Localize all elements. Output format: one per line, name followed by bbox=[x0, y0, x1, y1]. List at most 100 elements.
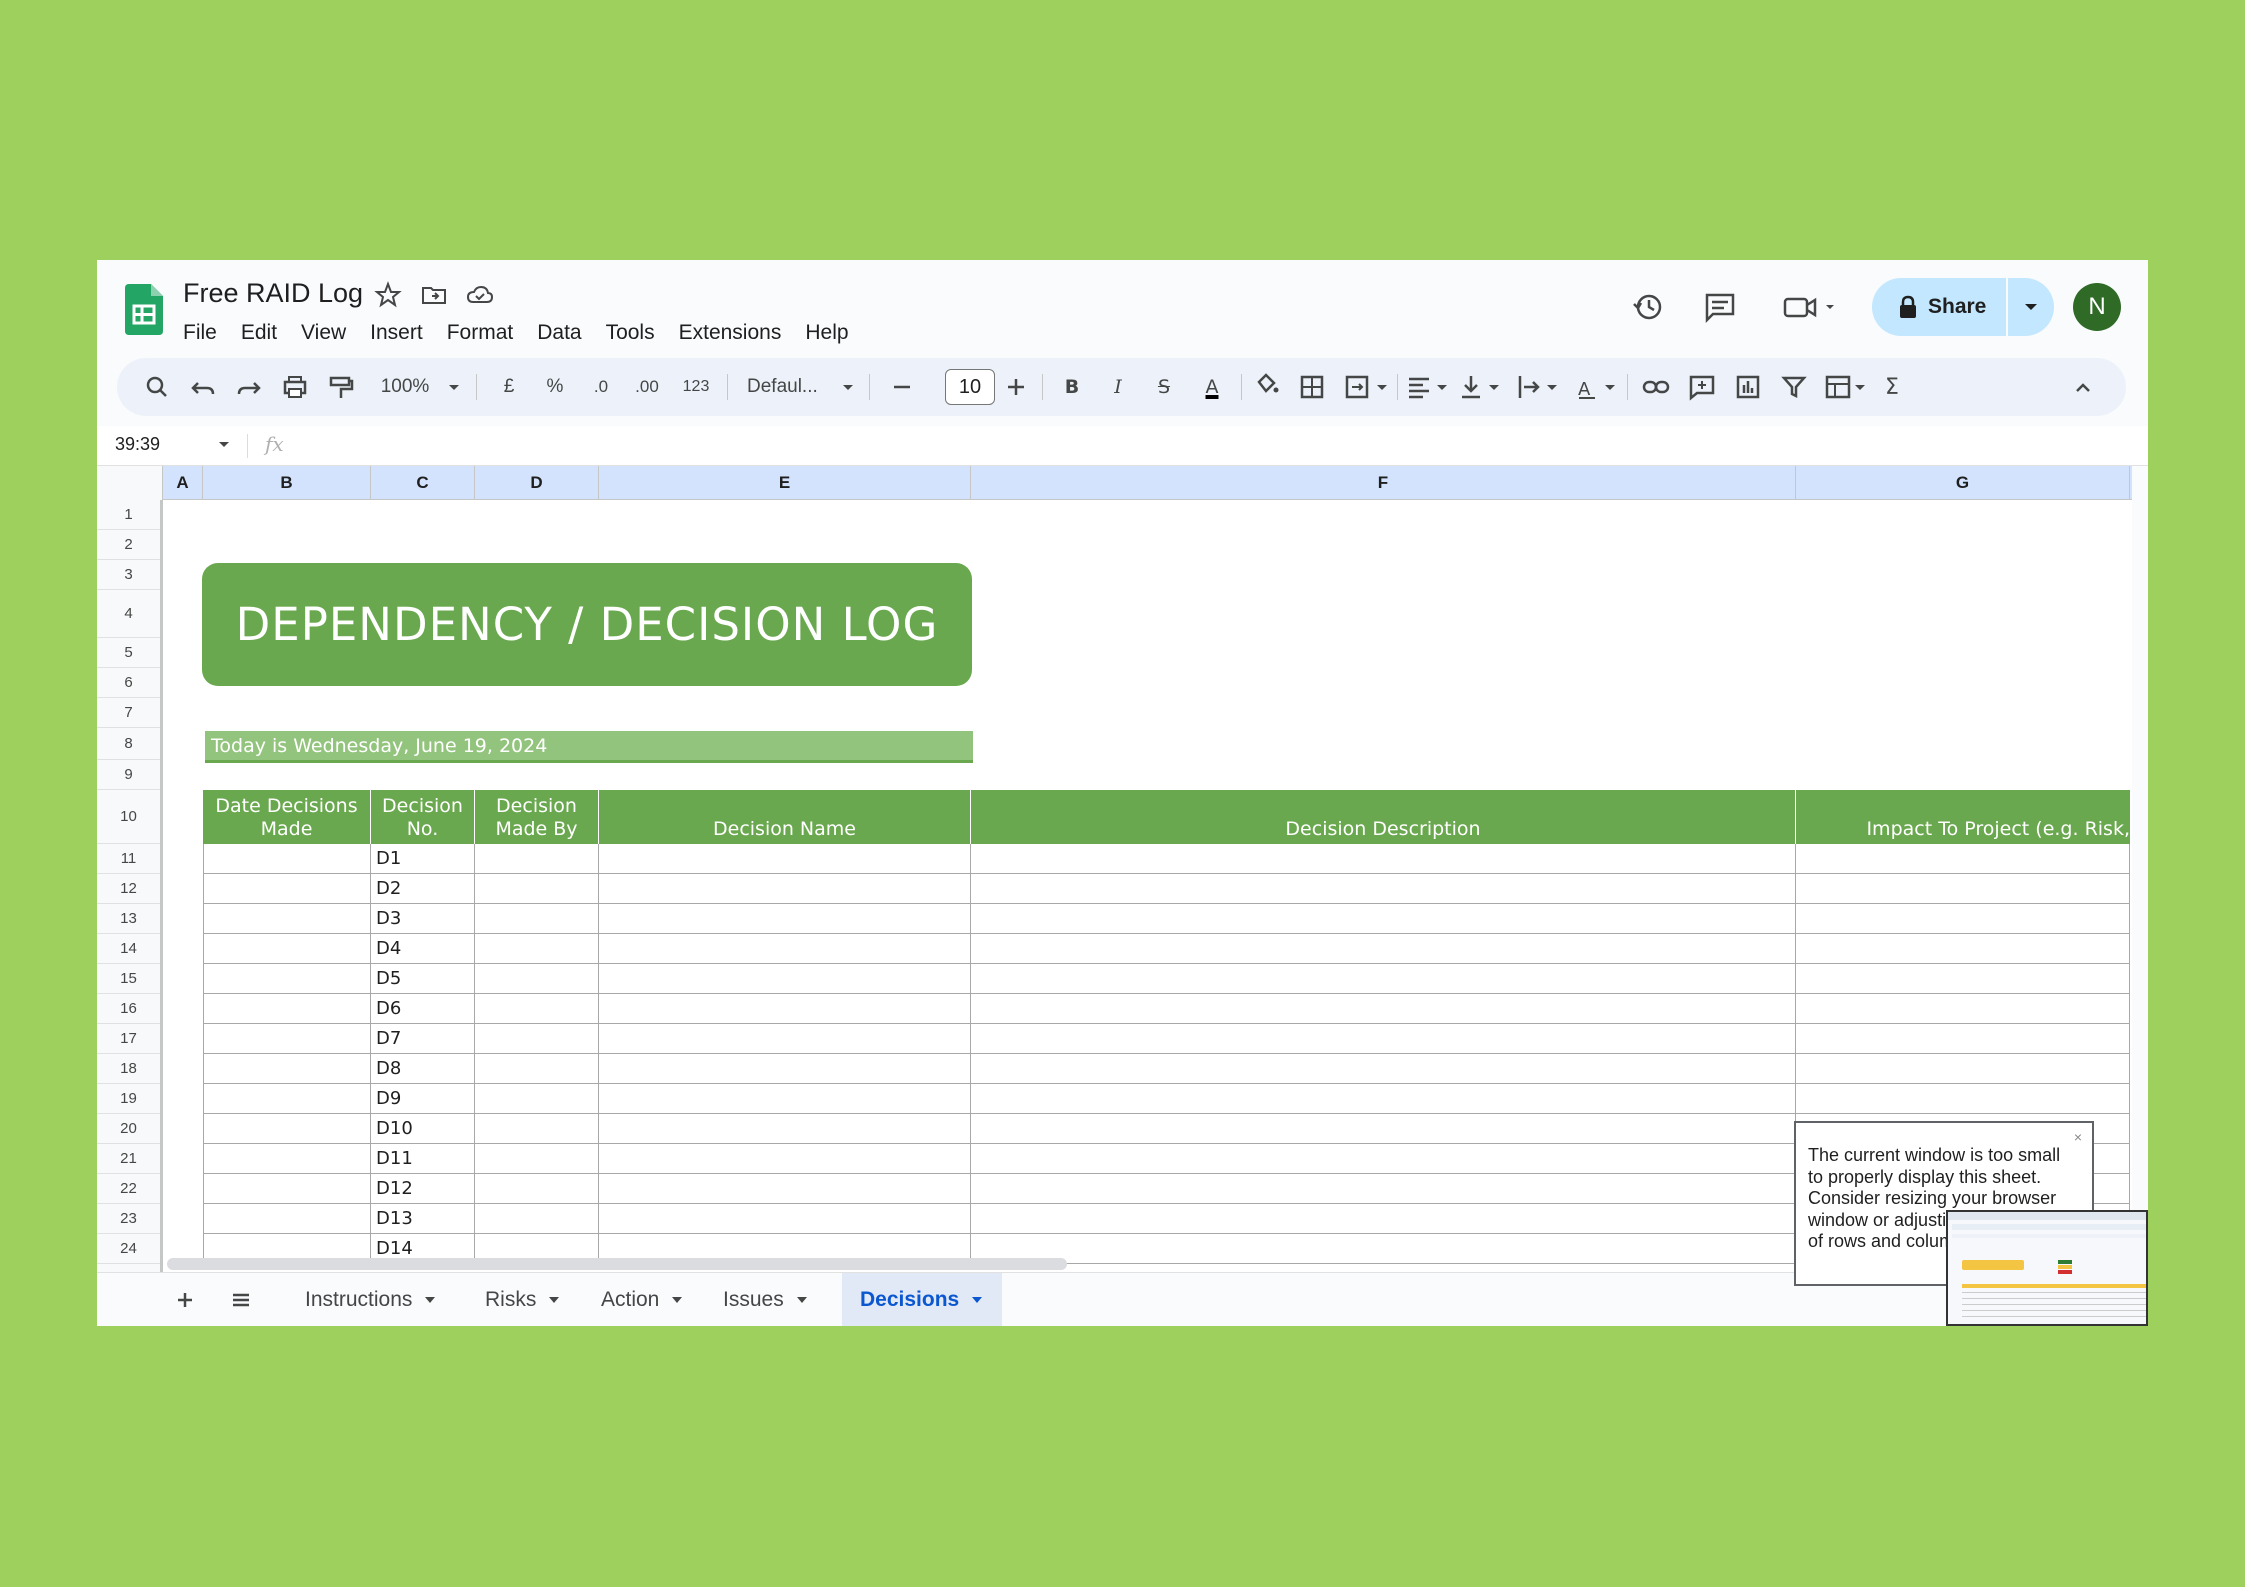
table-cell[interactable] bbox=[475, 1024, 599, 1054]
decision-no-cell[interactable]: D1 bbox=[371, 844, 475, 874]
table-cell[interactable] bbox=[475, 1174, 599, 1204]
table-cell[interactable] bbox=[971, 1174, 1796, 1204]
document-title[interactable]: Free RAID Log bbox=[183, 278, 363, 309]
row-header-15[interactable]: 15 bbox=[97, 964, 160, 994]
table-cell[interactable] bbox=[203, 874, 371, 904]
column-header-a[interactable]: A bbox=[163, 466, 203, 500]
table-cell[interactable] bbox=[475, 1054, 599, 1084]
table-cell[interactable] bbox=[475, 874, 599, 904]
table-cell[interactable] bbox=[971, 1084, 1796, 1114]
zoom-select[interactable]: 100% bbox=[375, 358, 435, 416]
fill-color-icon[interactable] bbox=[1251, 358, 1281, 416]
menu-data[interactable]: Data bbox=[537, 315, 593, 351]
row-header-9[interactable]: 9 bbox=[97, 760, 160, 790]
comments-icon[interactable] bbox=[1701, 288, 1739, 326]
table-cell[interactable] bbox=[203, 1084, 371, 1114]
horizontal-scrollbar[interactable] bbox=[167, 1258, 1067, 1270]
meet-camera-icon[interactable] bbox=[1780, 288, 1840, 326]
column-header-c[interactable]: C bbox=[371, 466, 475, 500]
decrease-decimal-button[interactable]: .0 bbox=[587, 358, 615, 416]
decrease-font-size-icon[interactable] bbox=[889, 358, 915, 416]
table-cell[interactable] bbox=[599, 844, 971, 874]
row-header-4[interactable]: 4 bbox=[97, 590, 160, 638]
sheet-tab-risks[interactable]: Risks bbox=[467, 1273, 578, 1326]
sheet-title-banner[interactable]: DEPENDENCY / DECISION LOG bbox=[202, 563, 972, 686]
percent-format-button[interactable]: % bbox=[541, 358, 569, 416]
print-icon[interactable] bbox=[281, 358, 309, 416]
row-header-20[interactable]: 20 bbox=[97, 1114, 160, 1144]
merge-cells-icon[interactable] bbox=[1343, 358, 1391, 416]
italic-button[interactable]: I bbox=[1103, 358, 1133, 416]
table-cell[interactable] bbox=[599, 874, 971, 904]
row-header-3[interactable]: 3 bbox=[97, 560, 160, 590]
redo-icon[interactable] bbox=[235, 358, 263, 416]
row-header-21[interactable]: 21 bbox=[97, 1144, 160, 1174]
table-cell[interactable] bbox=[475, 934, 599, 964]
table-cell[interactable] bbox=[1796, 844, 2130, 874]
table-cell[interactable] bbox=[971, 844, 1796, 874]
table-cell[interactable] bbox=[971, 1204, 1796, 1234]
cloud-saved-icon[interactable] bbox=[465, 280, 495, 310]
table-cell[interactable] bbox=[971, 1234, 1796, 1264]
all-sheets-menu-icon[interactable] bbox=[229, 1288, 253, 1312]
table-cell[interactable] bbox=[599, 1174, 971, 1204]
menu-tools[interactable]: Tools bbox=[606, 315, 667, 351]
table-cell[interactable] bbox=[971, 874, 1796, 904]
table-cell[interactable] bbox=[599, 1024, 971, 1054]
search-icon[interactable] bbox=[143, 358, 171, 416]
sheet-tab-instructions[interactable]: Instructions bbox=[287, 1273, 454, 1326]
table-cell[interactable] bbox=[203, 1024, 371, 1054]
bold-button[interactable]: B bbox=[1057, 358, 1087, 416]
menu-insert[interactable]: Insert bbox=[370, 315, 435, 351]
decision-no-cell[interactable]: D5 bbox=[371, 964, 475, 994]
move-folder-icon[interactable] bbox=[419, 280, 449, 310]
functions-icon[interactable]: Σ bbox=[1877, 358, 1907, 416]
table-cell[interactable] bbox=[1796, 1054, 2130, 1084]
menu-help[interactable]: Help bbox=[805, 315, 860, 351]
table-cell[interactable] bbox=[203, 844, 371, 874]
row-header-2[interactable]: 2 bbox=[97, 530, 160, 560]
today-date-bar[interactable]: Today is Wednesday, June 19, 2024 bbox=[205, 731, 973, 763]
menu-extensions[interactable]: Extensions bbox=[679, 315, 794, 351]
row-header-1[interactable]: 1 bbox=[97, 500, 160, 530]
row-header-13[interactable]: 13 bbox=[97, 904, 160, 934]
menu-edit[interactable]: Edit bbox=[241, 315, 289, 351]
table-cell[interactable] bbox=[971, 1024, 1796, 1054]
column-header-d[interactable]: D bbox=[475, 466, 599, 500]
decision-no-cell[interactable]: D3 bbox=[371, 904, 475, 934]
table-cell[interactable] bbox=[971, 1114, 1796, 1144]
header-decision-name[interactable]: Decision Name bbox=[599, 790, 971, 844]
table-cell[interactable] bbox=[475, 904, 599, 934]
select-all-corner[interactable] bbox=[97, 466, 163, 500]
table-cell[interactable] bbox=[1796, 964, 2130, 994]
decision-no-cell[interactable]: D2 bbox=[371, 874, 475, 904]
row-header-24[interactable]: 24 bbox=[97, 1234, 160, 1264]
decision-no-cell[interactable]: D4 bbox=[371, 934, 475, 964]
row-header-11[interactable]: 11 bbox=[97, 844, 160, 874]
decision-no-cell[interactable]: D6 bbox=[371, 994, 475, 1024]
number-format-button[interactable]: 123 bbox=[679, 358, 713, 416]
increase-decimal-button[interactable]: .00 bbox=[631, 358, 663, 416]
table-cell[interactable] bbox=[599, 1084, 971, 1114]
insert-chart-icon[interactable] bbox=[1733, 358, 1763, 416]
row-header-5[interactable]: 5 bbox=[97, 638, 160, 668]
google-sheets-logo-icon[interactable] bbox=[125, 284, 163, 335]
table-cell[interactable] bbox=[971, 964, 1796, 994]
table-cell[interactable] bbox=[475, 994, 599, 1024]
chevron-down-icon[interactable] bbox=[971, 1296, 983, 1304]
row-header-17[interactable]: 17 bbox=[97, 1024, 160, 1054]
table-cell[interactable] bbox=[203, 1174, 371, 1204]
header-decision-description[interactable]: Decision Description bbox=[971, 790, 1796, 844]
font-size-input[interactable]: 10 bbox=[945, 369, 995, 405]
table-cell[interactable] bbox=[203, 934, 371, 964]
table-cell[interactable] bbox=[599, 1204, 971, 1234]
table-cell[interactable] bbox=[203, 1144, 371, 1174]
decision-no-cell[interactable]: D8 bbox=[371, 1054, 475, 1084]
horizontal-align-icon[interactable] bbox=[1405, 358, 1453, 416]
chevron-down-icon[interactable] bbox=[548, 1296, 560, 1304]
table-cell[interactable] bbox=[599, 904, 971, 934]
share-dropdown-button[interactable] bbox=[2008, 278, 2054, 336]
menu-file[interactable]: File bbox=[183, 315, 229, 351]
avatar[interactable]: N bbox=[2073, 283, 2121, 331]
table-cell[interactable] bbox=[1796, 934, 2130, 964]
